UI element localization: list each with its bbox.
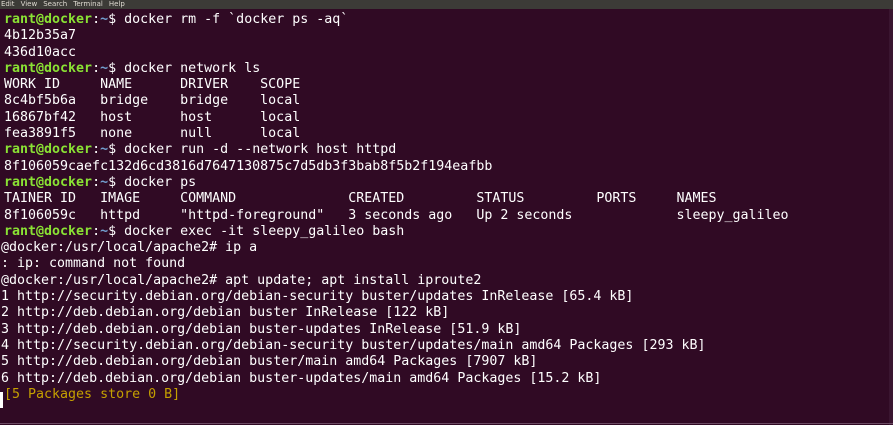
progress-line: [5 Packages store 0 B] (0, 387, 893, 403)
scrollbar[interactable] (889, 9, 893, 425)
prompt-user: rant@docker (4, 174, 93, 190)
prompt-path: ~ (100, 223, 109, 239)
ps-table-row: 8f106059c httpd "httpd-foreground" 3 sec… (4, 207, 789, 223)
apt-output-line: :4 http://security.debian.org/debian-sec… (0, 337, 706, 353)
container-prompt-line: t@docker:/usr/local/apache2# ip a (0, 240, 258, 256)
apt-output-line: :2 http://deb.debian.org/debian buster I… (0, 305, 450, 321)
prompt-line: rant@docker:~$ docker network ls (0, 61, 893, 77)
network-table-header: WORK ID NAME DRIVER SCOPE (4, 77, 301, 93)
prompt-path: ~ (100, 12, 109, 27)
prompt-separator: : (92, 142, 101, 158)
prompt-end: $ (108, 223, 125, 239)
prompt-user: rant@docker (4, 223, 93, 239)
menu-terminal[interactable]: Terminal (73, 0, 103, 9)
prompt-user: rant@docker (4, 12, 93, 27)
container-prompt-line: t@docker:/usr/local/apache2# apt update;… (0, 272, 482, 288)
ps-table-header: TAINER ID IMAGE COMMAND CREATED STATUS P… (4, 191, 717, 207)
apt-output-line: :3 http://deb.debian.org/debian buster-u… (0, 321, 522, 337)
prompt-path: ~ (100, 142, 109, 158)
command-text: docker ps (124, 174, 197, 190)
command-text: docker rm -f `docker ps -aq` (124, 12, 349, 27)
command-text: docker exec -it sleepy_galileo bash (124, 223, 405, 239)
prompt-end: $ (108, 60, 125, 76)
prompt-line: rant@docker:~$ docker ps (0, 175, 893, 191)
prompt-separator: : (92, 174, 101, 190)
prompt-separator: : (92, 223, 101, 239)
prompt-line: rant@docker:~$ docker run -d --network h… (0, 142, 893, 158)
menu-bar: Edit View Search Terminal Help (0, 0, 893, 9)
command-text: docker run -d --network host httpd (124, 142, 397, 158)
prompt-path: ~ (100, 174, 109, 190)
prompt-separator: : (92, 12, 101, 27)
bottom-divider (0, 423, 893, 424)
prompt-path: ~ (100, 60, 109, 76)
prompt-line: rant@docker:~$ docker exec -it sleepy_ga… (0, 224, 893, 240)
error-line: h: ip: command not found (0, 256, 186, 272)
prompt-end: $ (108, 12, 125, 27)
prompt-user: rant@docker (4, 60, 93, 76)
network-table-row: fea3891f5 none null local (4, 126, 301, 142)
output-line: 436d10acc (4, 44, 77, 60)
apt-output-line: :6 http://deb.debian.org/debian buster-u… (0, 370, 602, 386)
network-table-row: 8c4bf5b6a bridge bridge local (4, 93, 301, 109)
prompt-end: $ (108, 142, 125, 158)
apt-output-line: :1 http://security.debian.org/debian-sec… (0, 289, 634, 305)
progress-text: [5 Packages store 0 B] (4, 386, 181, 402)
output-line: 4b12b35a7 (4, 28, 77, 44)
network-table-row: 16867bf42 host host local (4, 109, 301, 125)
menu-edit[interactable]: Edit (1, 0, 15, 9)
terminal-output[interactable]: rant@docker:~$ docker rm -f `docker ps -… (0, 9, 893, 425)
prompt-line: rant@docker:~$ docker rm -f `docker ps -… (0, 12, 893, 28)
container-id-output: 8f106059caefc132d6cd3816d7647130875c7d5d… (4, 158, 493, 174)
prompt-separator: : (92, 60, 101, 76)
menu-search[interactable]: Search (43, 0, 67, 9)
menu-view[interactable]: View (21, 0, 38, 9)
cursor-block (0, 392, 3, 408)
apt-output-line: :5 http://deb.debian.org/debian buster/m… (0, 354, 538, 370)
menu-help[interactable]: Help (109, 0, 125, 9)
prompt-user: rant@docker (4, 142, 93, 158)
prompt-end: $ (108, 174, 125, 190)
command-text: docker network ls (124, 60, 261, 76)
